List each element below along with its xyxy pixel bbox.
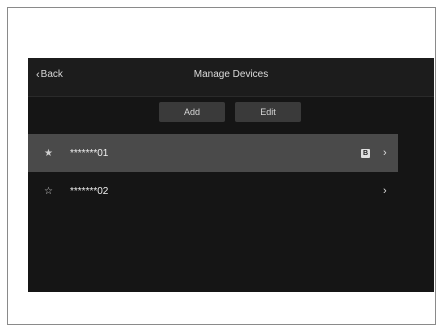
device-list: ★ *******01 B › ☆ *******02 › (28, 134, 398, 210)
device-name: *******02 (70, 185, 109, 197)
chevron-right-icon: › (383, 185, 387, 197)
device-badge: B (361, 148, 370, 158)
device-name: *******01 (70, 147, 109, 159)
device-row-01[interactable]: ★ *******01 B › (28, 134, 398, 172)
device-row-02[interactable]: ☆ *******02 › (28, 172, 398, 210)
add-button[interactable]: Add (159, 102, 225, 122)
header-divider (28, 96, 434, 97)
page-title: Manage Devices (193, 69, 269, 80)
chevron-right-icon: › (383, 147, 387, 159)
edit-button[interactable]: Edit (235, 102, 301, 122)
star-filled-icon[interactable]: ★ (44, 148, 53, 159)
device-frame: ‹ Back Manage Devices Add Edit ★ *******… (7, 7, 436, 325)
header-bar: ‹ Back Manage Devices (28, 58, 434, 96)
manage-devices-screen: ‹ Back Manage Devices Add Edit ★ *******… (28, 58, 434, 292)
action-buttons: Add Edit (159, 102, 301, 122)
star-outline-icon[interactable]: ☆ (44, 186, 53, 197)
